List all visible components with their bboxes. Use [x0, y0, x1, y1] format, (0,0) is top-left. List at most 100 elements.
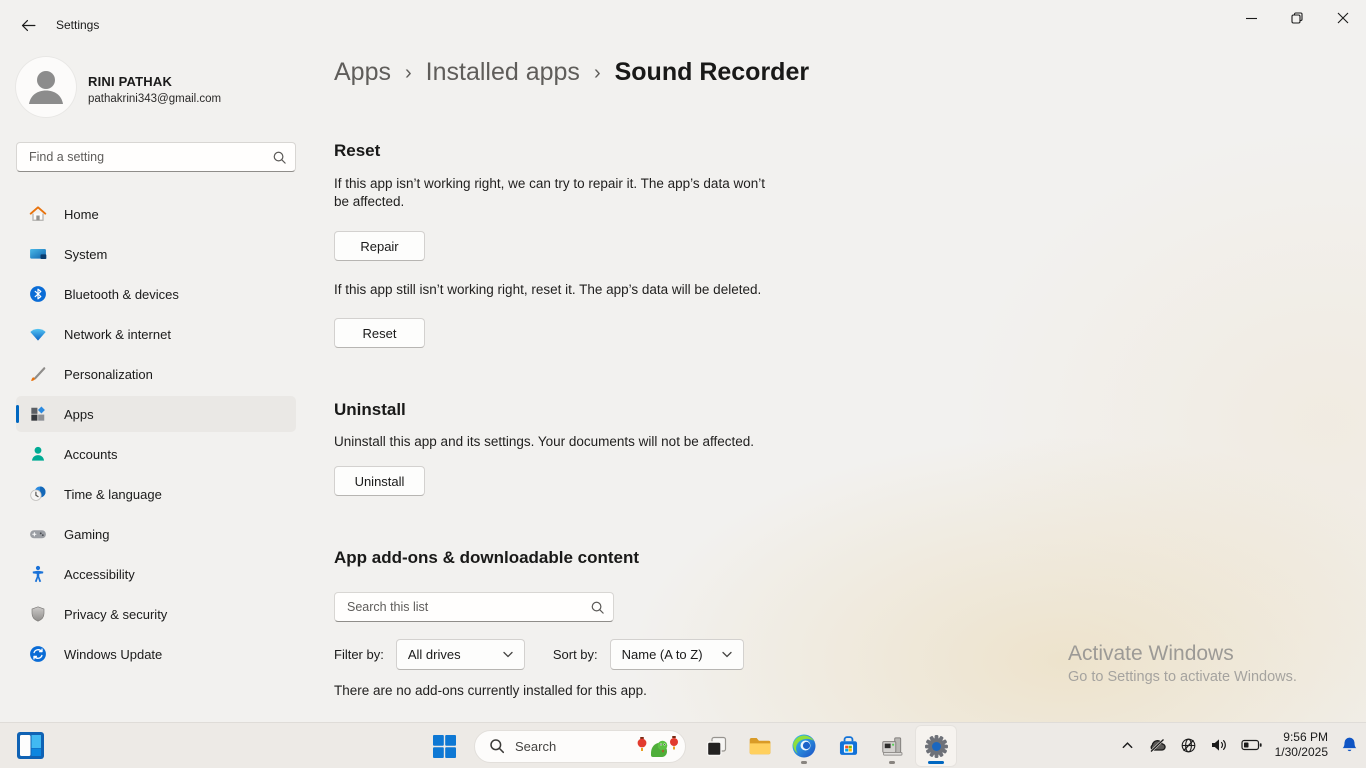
sidebar-item-accessibility[interactable]: Accessibility: [16, 556, 296, 592]
chevron-down-icon: [721, 651, 732, 658]
settings-gear-icon: [924, 734, 948, 758]
sidebar-item-home[interactable]: Home: [16, 196, 296, 232]
home-icon: [28, 204, 48, 224]
person-icon: [29, 71, 63, 104]
filter-sort-row: Filter by: All drives Sort by: Name (A t…: [334, 639, 744, 670]
close-button[interactable]: [1320, 0, 1366, 36]
repair-button[interactable]: Repair: [334, 231, 425, 261]
edge-button[interactable]: [784, 726, 824, 766]
sidebar-item-system[interactable]: System: [16, 236, 296, 272]
active-app-indicator: [928, 761, 944, 764]
back-button[interactable]: [12, 12, 44, 38]
page-title: Sound Recorder: [614, 58, 810, 86]
tray-chevron-up-icon[interactable]: [1120, 738, 1135, 753]
taskbar-search-placeholder: Search: [515, 738, 557, 754]
window-title: Settings: [56, 18, 100, 32]
reset-button[interactable]: Reset: [334, 318, 425, 348]
settings-search-box[interactable]: [16, 142, 296, 172]
sidebar-item-privacy-security[interactable]: Privacy & security: [16, 596, 296, 632]
start-button[interactable]: [424, 726, 464, 766]
sidebar-item-gaming[interactable]: Gaming: [16, 516, 296, 552]
close-icon: [1337, 12, 1349, 24]
profile-email: pathakrini343@gmail.com: [88, 93, 222, 105]
sidebar-item-label: Gaming: [64, 526, 110, 542]
taskbar-clock[interactable]: 9:56 PM 1/30/2025: [1275, 730, 1328, 760]
sidebar-item-label: Windows Update: [64, 646, 163, 662]
volume-icon[interactable]: [1210, 737, 1228, 753]
running-indicator: [889, 761, 895, 764]
no-internet-globe-icon[interactable]: [1180, 737, 1197, 754]
addons-search-box[interactable]: [334, 592, 614, 622]
settings-search-input[interactable]: [29, 150, 272, 164]
sidebar-item-time-language[interactable]: Time & language: [16, 476, 296, 512]
breadcrumb-separator: ›: [404, 62, 412, 84]
sidebar-item-label: Network & internet: [64, 326, 171, 342]
reset-description: If this app still isn’t working right, r…: [334, 282, 762, 297]
task-view-button[interactable]: [696, 726, 736, 766]
avatar[interactable]: [16, 57, 76, 117]
legacy-app-button[interactable]: [872, 726, 912, 766]
addons-empty-message: There are no add-ons currently installed…: [334, 683, 647, 698]
search-icon: [273, 151, 286, 164]
addons-search-input[interactable]: [347, 600, 590, 614]
restore-icon: [1291, 12, 1303, 24]
profile-name: RINI PATHAK: [88, 74, 173, 89]
windows-start-icon: [432, 734, 456, 758]
file-explorer-button[interactable]: [740, 726, 780, 766]
minimize-button[interactable]: [1228, 0, 1274, 36]
apps-icon: [28, 404, 48, 424]
file-explorer-icon: [749, 737, 771, 755]
sidebar-item-label: Bluetooth & devices: [64, 286, 179, 302]
microsoft-store-icon: [839, 735, 857, 755]
sidebar-item-label: Apps: [64, 406, 94, 422]
uninstall-button[interactable]: Uninstall: [334, 466, 425, 496]
watermark-subtitle: Go to Settings to activate Windows.: [1068, 669, 1297, 685]
sidebar-item-apps[interactable]: Apps: [16, 396, 296, 432]
uninstall-heading: Uninstall: [334, 400, 406, 419]
sidebar-item-windows-update[interactable]: Windows Update: [16, 636, 296, 672]
search-icon: [490, 739, 505, 754]
gamepad-icon: [28, 524, 48, 544]
minimize-icon: [1245, 17, 1257, 19]
selected-indicator: [16, 405, 19, 423]
restore-button[interactable]: [1274, 0, 1320, 36]
settings-app-button[interactable]: [916, 726, 956, 766]
sidebar-item-label: System: [64, 246, 108, 262]
window-controls: [1228, 0, 1366, 36]
sidebar-item-label: Time & language: [64, 486, 162, 502]
seasonal-snake-lanterns-icon: [637, 736, 678, 757]
shield-icon: [28, 604, 48, 624]
taskbar-search[interactable]: Search: [474, 729, 686, 763]
microsoft-store-button[interactable]: [828, 726, 868, 766]
sidebar-item-personalization[interactable]: Personalization: [16, 356, 296, 392]
breadcrumb-separator: ›: [593, 62, 601, 84]
sort-dropdown[interactable]: Name (A to Z): [609, 639, 744, 670]
task-view-icon: [706, 736, 726, 756]
battery-icon[interactable]: [1241, 739, 1262, 751]
sidebar-nav: Home System Bluetooth & devices Network …: [16, 196, 296, 676]
filter-value: All drives: [407, 647, 461, 662]
sidebar-item-network-internet[interactable]: Network & internet: [16, 316, 296, 352]
widgets-button[interactable]: [16, 731, 45, 760]
sidebar-item-accounts[interactable]: Accounts: [16, 436, 296, 472]
clock-time: 9:56 PM: [1283, 730, 1328, 744]
brush-icon: [28, 364, 48, 384]
sidebar-item-label: Personalization: [64, 366, 153, 382]
notification-bell-icon[interactable]: [1341, 736, 1358, 754]
legacy-app-icon: [882, 737, 903, 756]
breadcrumb-installed-apps[interactable]: Installed apps: [426, 58, 580, 87]
sidebar-item-bluetooth-devices[interactable]: Bluetooth & devices: [16, 276, 296, 312]
breadcrumb-apps[interactable]: Apps: [334, 58, 391, 87]
sidebar-item-label: Privacy & security: [64, 606, 168, 622]
filter-dropdown[interactable]: All drives: [395, 639, 525, 670]
filter-label: Filter by:: [334, 647, 384, 662]
bluetooth-icon: [28, 284, 48, 304]
search-icon: [591, 601, 604, 614]
watermark-title: Activate Windows: [1068, 642, 1234, 665]
clock-date: 1/30/2025: [1274, 745, 1328, 759]
sidebar-item-label: Accounts: [64, 446, 118, 462]
repair-description: If this app isn’t working right, we can …: [334, 176, 765, 209]
sidebar-item-label: Home: [64, 206, 99, 222]
chevron-down-icon: [503, 651, 513, 658]
onedrive-off-icon[interactable]: [1148, 737, 1167, 754]
